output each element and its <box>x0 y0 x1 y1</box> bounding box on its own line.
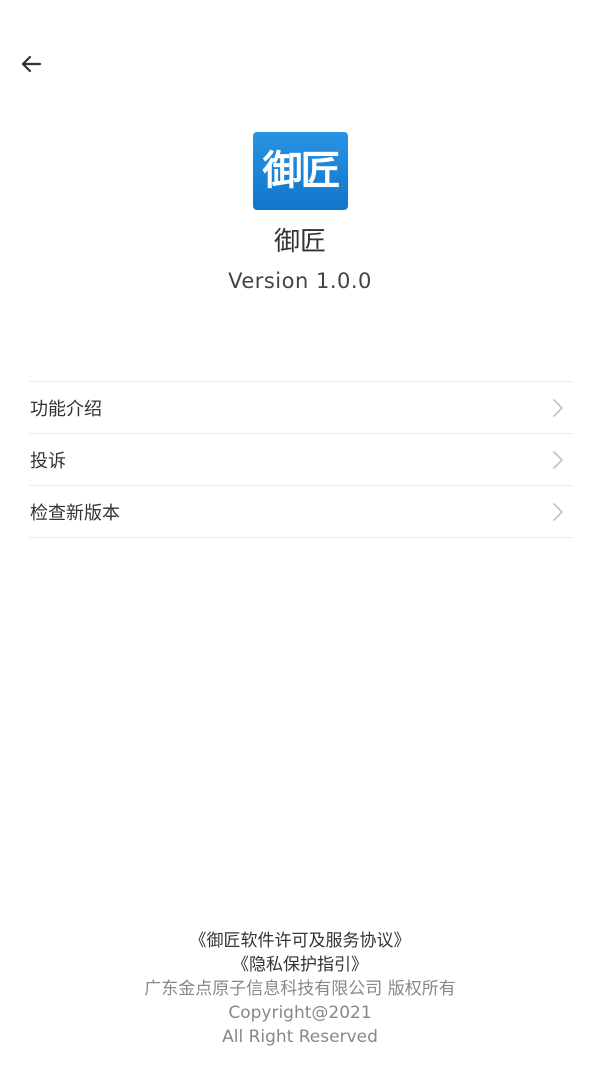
chevron-right-icon <box>549 502 567 522</box>
footer: 《御匠软件许可及服务协议》 《隐私保护指引》 广东金点原子信息科技有限公司 版权… <box>0 929 600 1049</box>
settings-menu: 功能介绍 投诉 检查新版本 <box>29 381 573 538</box>
menu-item-complaint[interactable]: 投诉 <box>29 434 573 486</box>
menu-item-label: 功能介绍 <box>30 398 102 420</box>
menu-item-features[interactable]: 功能介绍 <box>29 382 573 434</box>
chevron-right-icon <box>549 450 567 470</box>
menu-item-label: 投诉 <box>30 450 66 472</box>
app-logo: 御匠 <box>253 132 348 210</box>
app-name: 御匠 <box>273 227 326 257</box>
chevron-right-icon <box>549 398 567 418</box>
company-copyright: 广东金点原子信息科技有限公司 版权所有 <box>144 979 456 999</box>
arrow-left-icon <box>21 55 42 73</box>
menu-item-check-update[interactable]: 检查新版本 <box>29 486 573 538</box>
back-button[interactable] <box>14 48 48 80</box>
menu-item-label: 检查新版本 <box>30 502 120 524</box>
rights-reserved: All Right Reserved <box>222 1027 378 1047</box>
app-logo-text: 御匠 <box>262 148 341 194</box>
copyright-year: Copyright@2021 <box>228 1003 372 1023</box>
license-agreement-link[interactable]: 《御匠软件许可及服务协议》 <box>0 929 600 953</box>
app-version: Version 1.0.0 <box>228 269 372 293</box>
privacy-policy-link[interactable]: 《隐私保护指引》 <box>0 953 600 977</box>
